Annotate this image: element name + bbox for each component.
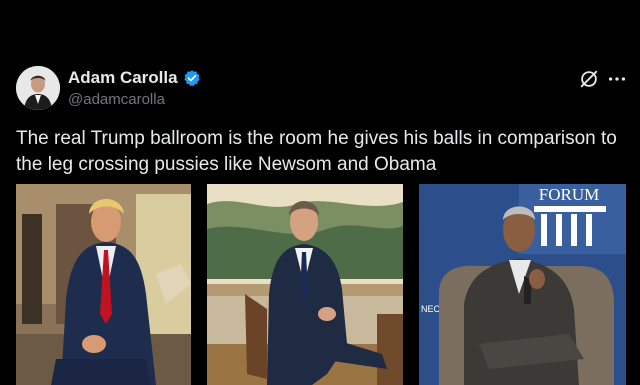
verified-badge-icon xyxy=(183,69,201,87)
media-grid: FORUM NEC xyxy=(16,184,626,385)
post-text: The real Trump ballroom is the room he g… xyxy=(16,128,617,175)
photo-newsom[interactable] xyxy=(207,184,403,385)
more-options-icon[interactable] xyxy=(606,68,628,90)
avatar[interactable] xyxy=(16,66,60,110)
grok-icon[interactable] xyxy=(578,68,600,90)
banner-text: NEC xyxy=(421,304,441,314)
author-row: Adam Carolla xyxy=(68,68,201,88)
photo-trump[interactable] xyxy=(16,184,191,385)
author-handle[interactable]: @adamcarolla xyxy=(68,91,165,108)
photo-obama[interactable]: FORUM NEC xyxy=(419,184,626,385)
author-name[interactable]: Adam Carolla xyxy=(68,68,178,88)
forum-sign-text: FORUM xyxy=(539,185,599,204)
post: Adam Carolla @adamcarolla The real Trump… xyxy=(0,0,640,385)
